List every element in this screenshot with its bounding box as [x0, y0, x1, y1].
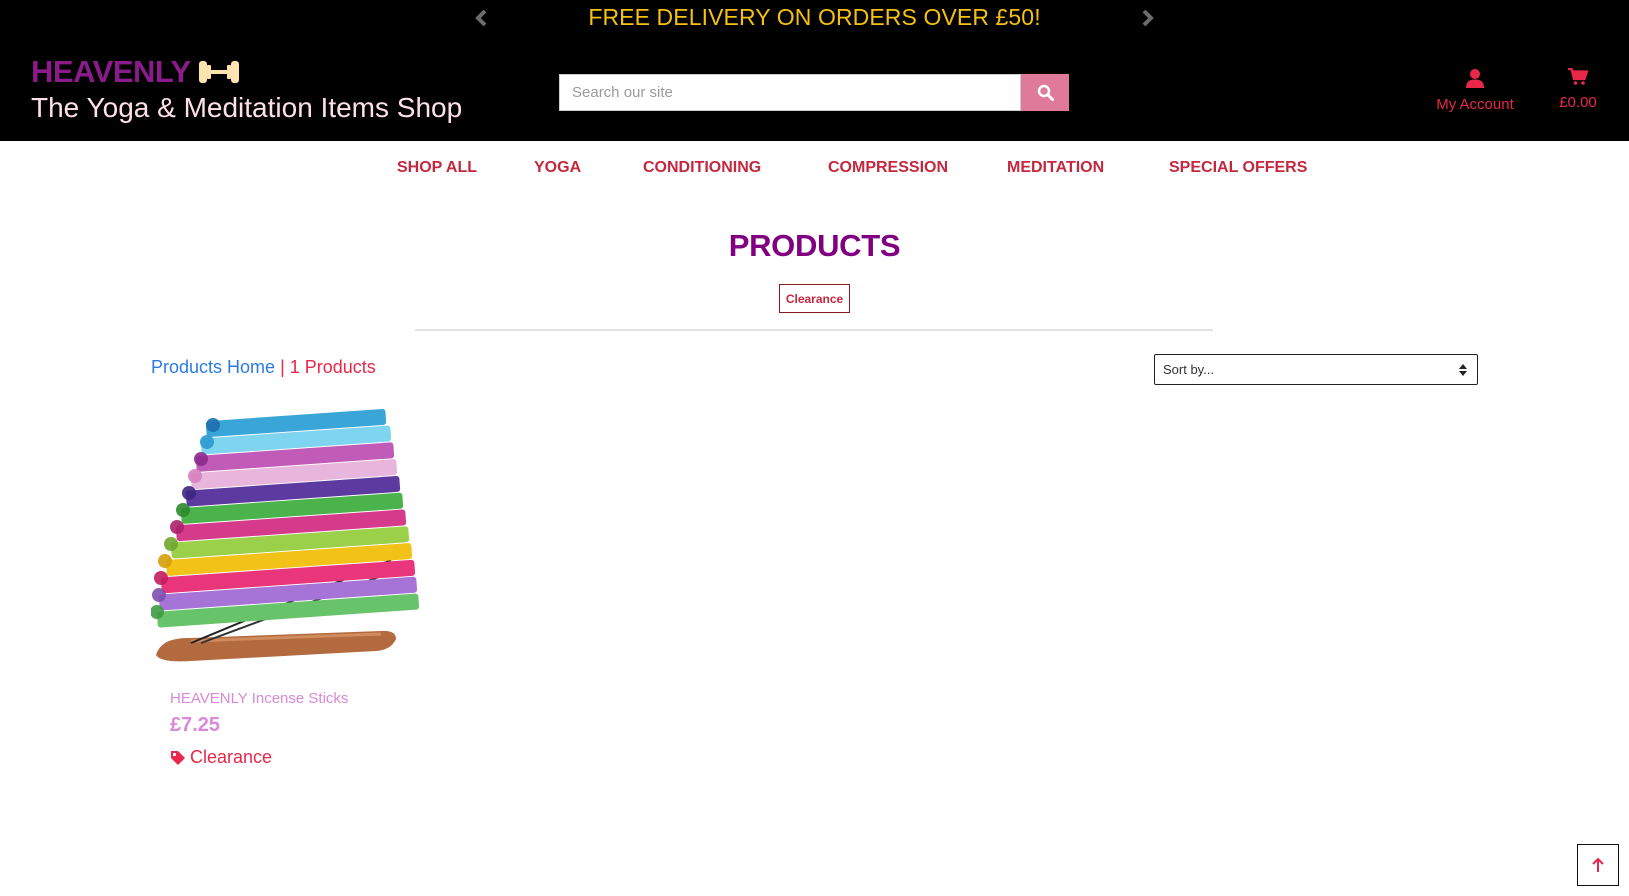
brand-logo-link[interactable]: HEAVENLY The Yoga & Meditation Items Sho… — [31, 52, 462, 124]
brand-name: HEAVENLY — [31, 54, 191, 89]
breadcrumb: Products Home | 1 Products — [151, 357, 376, 378]
category-filter-badge[interactable]: Clearance — [779, 284, 850, 313]
product-name[interactable]: HEAVENLY Incense Sticks — [170, 690, 348, 707]
shopping-cart-icon — [1568, 67, 1589, 85]
my-account-link[interactable]: My Account — [1432, 68, 1518, 113]
user-icon — [1466, 69, 1484, 88]
nav-shop-all[interactable]: SHOP ALL — [397, 159, 477, 177]
product-category-label: Clearance — [190, 747, 273, 767]
cart-total: £0.00 — [1559, 94, 1597, 111]
promo-banner-text: FREE DELIVERY ON ORDERS OVER £50! — [588, 4, 1041, 30]
nav-conditioning[interactable]: CONDITIONING — [643, 159, 761, 177]
nav-compression[interactable]: COMPRESSION — [828, 159, 948, 177]
arrow-up-icon — [1592, 857, 1604, 872]
cart-link[interactable]: £0.00 — [1553, 67, 1603, 111]
sort-select[interactable]: Sort by... — [1154, 354, 1478, 385]
sort-select-value: Sort by... — [1163, 362, 1215, 377]
nav-special-offers[interactable]: SPECIAL OFFERS — [1169, 159, 1307, 177]
section-divider — [415, 329, 1213, 331]
search-form — [559, 74, 1069, 111]
search-icon — [1037, 84, 1054, 101]
page-title: PRODUCTS — [728, 228, 901, 263]
product-price: £7.25 — [170, 714, 221, 736]
search-button[interactable] — [1021, 74, 1069, 111]
nav-yoga[interactable]: YOGA — [534, 159, 581, 177]
brand-tagline: The Yoga & Meditation Items Shop — [31, 92, 463, 123]
nav-meditation[interactable]: MEDITATION — [1007, 159, 1104, 177]
product-card[interactable]: HEAVENLY Incense Sticks £7.25 Clearance — [151, 405, 461, 785]
search-input[interactable] — [559, 74, 1021, 111]
product-count: 1 Products — [289, 357, 376, 377]
chevron-right-icon — [1142, 9, 1154, 27]
sort-caret-icon — [1459, 363, 1467, 376]
dumbbell-icon — [198, 61, 239, 83]
products-home-link[interactable]: Products Home — [151, 357, 275, 377]
my-account-label: My Account — [1436, 96, 1514, 113]
site-header: FREE DELIVERY ON ORDERS OVER £50! HEAVEN… — [0, 0, 1629, 141]
back-to-top-button[interactable] — [1577, 844, 1619, 886]
promo-next-button[interactable] — [1138, 8, 1158, 28]
breadcrumb-separator: | — [275, 357, 290, 377]
tag-icon — [171, 750, 185, 765]
product-category-link[interactable]: Clearance — [170, 747, 272, 768]
product-image[interactable] — [151, 405, 461, 670]
